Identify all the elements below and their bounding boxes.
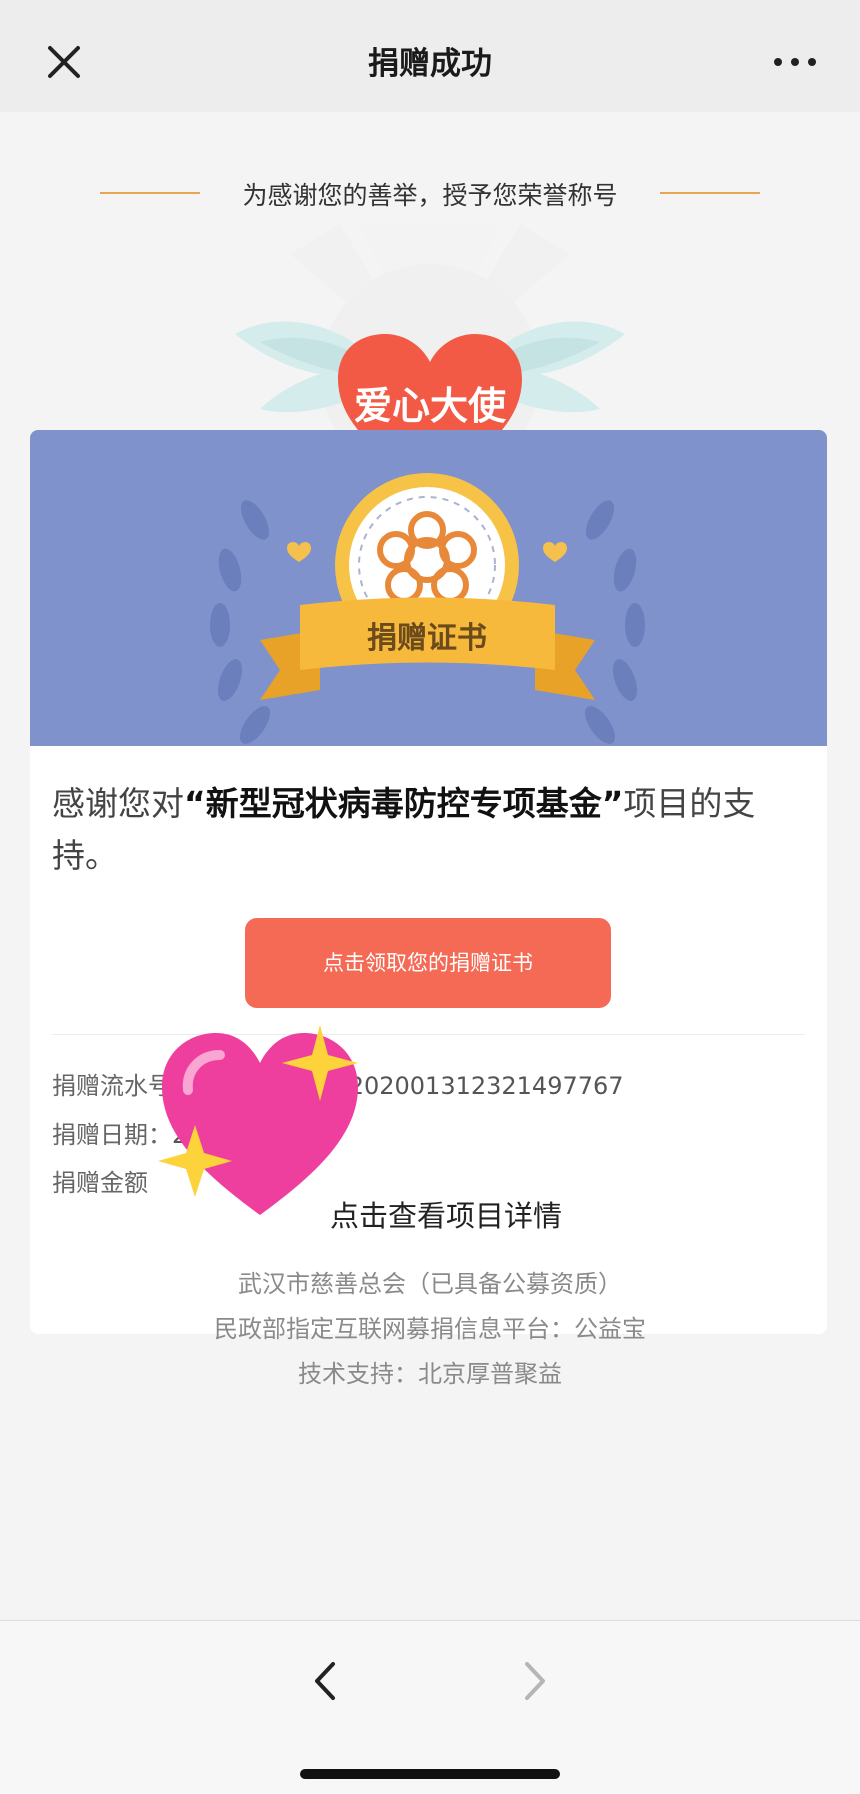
nav-bar: 捐赠成功 xyxy=(0,0,860,112)
amount-label: 捐赠金额 xyxy=(52,1169,148,1197)
home-indicator xyxy=(300,1769,560,1779)
thanks-message: 感谢您对“新型冠状病毒防控专项基金”项目的支持。 xyxy=(52,778,805,882)
footer-line-platform: 民政部指定互联网募捐信息平台：公益宝 xyxy=(214,1315,646,1343)
footer: 武汉市慈善总会（已具备公募资质） 民政部指定互联网募捐信息平台：公益宝 技术支持… xyxy=(0,1262,860,1397)
thanks-prefix: 感谢您对 xyxy=(52,784,184,823)
footer-line-support: 技术支持：北京厚普聚益 xyxy=(298,1360,562,1388)
certificate-banner: 捐赠证书 xyxy=(30,430,827,746)
footer-line-organizer: 武汉市慈善总会（已具备公募资质） xyxy=(238,1270,622,1298)
page-content: 为感谢您的善举，授予您荣誉称号 爱心大使 捐赠证书 感谢您对“新型冠状病毒防控专… xyxy=(0,112,860,1620)
bottom-toolbar xyxy=(0,1620,860,1794)
project-name: “新型冠状病毒防控专项基金” xyxy=(184,784,624,823)
sparkling-heart-icon xyxy=(158,1025,358,1215)
page-title: 捐赠成功 xyxy=(368,46,492,82)
honor-caption: 为感谢您的善举，授予您荣誉称号 xyxy=(0,172,860,212)
back-arrow-icon[interactable] xyxy=(305,1656,345,1706)
more-icon[interactable] xyxy=(770,44,820,80)
badge-label: 爱心大使 xyxy=(354,384,507,428)
amount-row: 捐赠金额 xyxy=(52,1163,148,1198)
claim-certificate-button[interactable]: 点击领取您的捐赠证书 xyxy=(245,918,611,1008)
certificate-illustration: 捐赠证书 xyxy=(210,473,645,744)
forward-arrow-icon[interactable] xyxy=(515,1656,555,1706)
certificate-banner-label: 捐赠证书 xyxy=(367,621,487,656)
honor-caption-text: 为感谢您的善举，授予您荣誉称号 xyxy=(242,181,618,210)
divider-line xyxy=(660,192,760,194)
